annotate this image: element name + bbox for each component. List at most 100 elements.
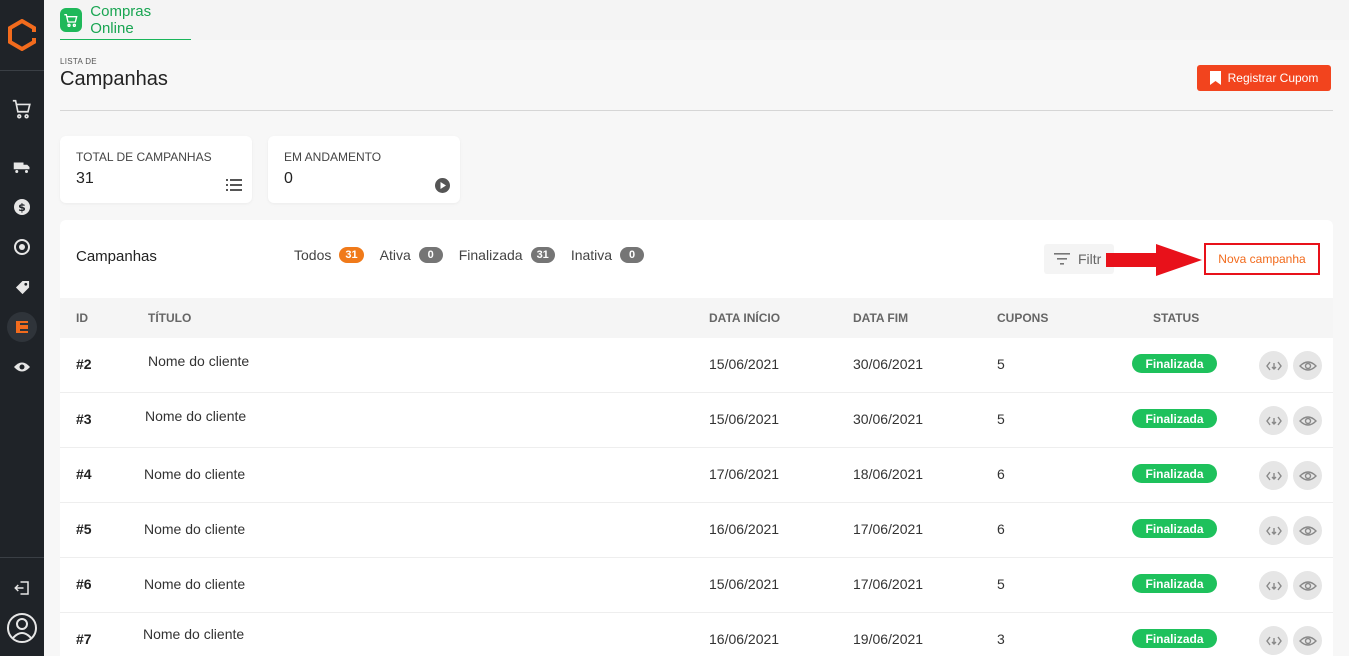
export-action-icon[interactable] [1259,516,1288,545]
annotation-arrow-icon [1106,244,1202,276]
table-row[interactable]: #7 Nome do cliente 16/06/2021 19/06/2021 3 Fi… [60,613,1333,656]
row-end-date: 19/06/2021 [853,631,924,647]
row-end-date: 30/06/2021 [853,356,924,372]
page-title: Campanhas [60,68,168,90]
stat-in-progress: EM ANDAMENTO 0 [268,136,460,203]
row-title: Nome do cliente [143,626,245,642]
row-start-date: 16/06/2021 [709,631,780,647]
logout-icon[interactable] [10,576,34,600]
col-start-date[interactable]: DATA INÍCIO [709,311,780,325]
stat-value: 0 [284,170,293,187]
stat-total-campaigns: TOTAL DE CAMPANHAS 31 [60,136,252,203]
view-eye-icon[interactable] [1293,516,1322,545]
view-eye-icon[interactable] [1293,406,1322,435]
svg-text:$: $ [18,201,26,214]
status-badge: Finalizada [1132,519,1217,538]
filter-label: Todos [294,247,332,263]
eye-icon[interactable] [10,355,34,379]
count-badge: 0 [418,247,443,263]
col-title[interactable]: TÍTULO [148,311,191,325]
status-badge: Finalizada [1132,464,1217,483]
col-end-date[interactable]: DATA FIM [853,311,908,325]
filter-inativa[interactable]: Inativa 0 [570,247,645,263]
table-row[interactable]: #2 Nome do cliente 15/06/2021 30/06/2021 5 Fi… [60,338,1333,393]
export-action-icon[interactable] [1259,351,1288,380]
register-coupon-button[interactable]: Registrar Cupom [1197,65,1331,91]
row-end-date: 18/06/2021 [853,466,924,482]
shopping-cart-icon [60,7,83,32]
export-action-icon[interactable] [1259,571,1288,600]
tag-icon[interactable] [10,275,34,299]
header-divider [60,110,1333,111]
row-coupons: 5 [997,356,1005,372]
user-avatar-icon[interactable] [6,612,38,644]
truck-icon[interactable] [10,155,34,179]
dollar-coin-icon[interactable]: $ [10,195,34,219]
export-action-icon[interactable] [1259,461,1288,490]
filter-lines-icon [1054,253,1070,265]
filter-finalizada[interactable]: Finalizada 31 [459,247,555,263]
exchange-icon[interactable] [10,235,34,259]
col-coupons[interactable]: CUPONS [997,311,1048,325]
row-id: #6 [76,576,92,592]
new-campaign-button[interactable]: Nova campanha [1204,243,1320,275]
row-title: Nome do cliente [148,353,250,369]
count-badge: 31 [339,247,364,263]
stat-value: 31 [76,170,94,187]
brand-logo[interactable] [6,18,38,52]
col-status[interactable]: STATUS [1153,311,1199,325]
table-row[interactable]: #5 Nome do cliente 16/06/2021 17/06/2021 6 Fi… [60,503,1333,558]
view-eye-icon[interactable] [1293,351,1322,380]
row-start-date: 17/06/2021 [709,466,780,482]
row-title: Nome do cliente [144,576,246,592]
row-id: #7 [76,631,92,647]
breadcrumb: LISTA DE [60,57,97,66]
row-title: Nome do cliente [144,466,246,482]
table-row[interactable]: #3 Nome do cliente 15/06/2021 30/06/2021 5 Fi… [60,393,1333,448]
card-title: Campanhas [76,248,157,265]
view-eye-icon[interactable] [1293,626,1322,655]
row-end-date: 17/06/2021 [853,576,924,592]
view-eye-icon[interactable] [1293,571,1322,600]
filter-label: Ativa [379,247,411,263]
col-id[interactable]: ID [76,311,88,325]
campaign-icon[interactable] [7,312,37,342]
count-badge: 0 [620,247,645,263]
row-end-date: 17/06/2021 [853,521,924,537]
list-icon [226,177,242,193]
filter-todos[interactable]: Todos 31 [294,247,364,263]
table-row[interactable]: #4 Nome do cliente 17/06/2021 18/06/2021 6 Fi… [60,448,1333,503]
row-start-date: 15/06/2021 [709,411,780,427]
bookmark-icon [1209,71,1221,85]
row-id: #2 [76,356,92,372]
filter-label: Inativa [570,247,613,263]
cart-icon[interactable] [10,97,34,121]
play-circle-icon [434,177,450,193]
filter-button-label: Filtr [1078,251,1102,267]
view-eye-icon[interactable] [1293,461,1322,490]
table-header: ID TÍTULO DATA INÍCIO DATA FIM CUPONS ST… [60,298,1333,338]
main-content: LISTA DE Campanhas Registrar Cupom TOTAL… [44,40,1349,656]
row-coupons: 6 [997,521,1005,537]
stat-label: TOTAL DE CAMPANHAS [76,150,212,164]
row-start-date: 15/06/2021 [709,356,780,372]
campaigns-card: Campanhas Todos 31 Ativa 0 Finalizada 31… [60,220,1333,656]
filter-button[interactable]: Filtr [1044,244,1114,274]
tab-compras-online[interactable]: Compras Online [60,0,191,40]
sidebar: $ [0,0,44,656]
row-coupons: 6 [997,466,1005,482]
row-id: #4 [76,466,92,482]
tab-label: Compras Online [90,2,152,37]
register-coupon-label: Registrar Cupom [1227,71,1319,85]
export-action-icon[interactable] [1259,626,1288,655]
top-bar: Compras Online [44,0,1349,40]
export-action-icon[interactable] [1259,406,1288,435]
sidebar-divider [0,70,44,71]
status-badge: Finalizada [1132,629,1217,648]
row-id: #5 [76,521,92,537]
status-badge: Finalizada [1132,409,1217,428]
filter-ativa[interactable]: Ativa 0 [380,247,443,263]
row-title: Nome do cliente [144,521,246,537]
filter-label: Finalizada [458,247,523,263]
table-row[interactable]: #6 Nome do cliente 15/06/2021 17/06/2021 5 Fi… [60,558,1333,613]
